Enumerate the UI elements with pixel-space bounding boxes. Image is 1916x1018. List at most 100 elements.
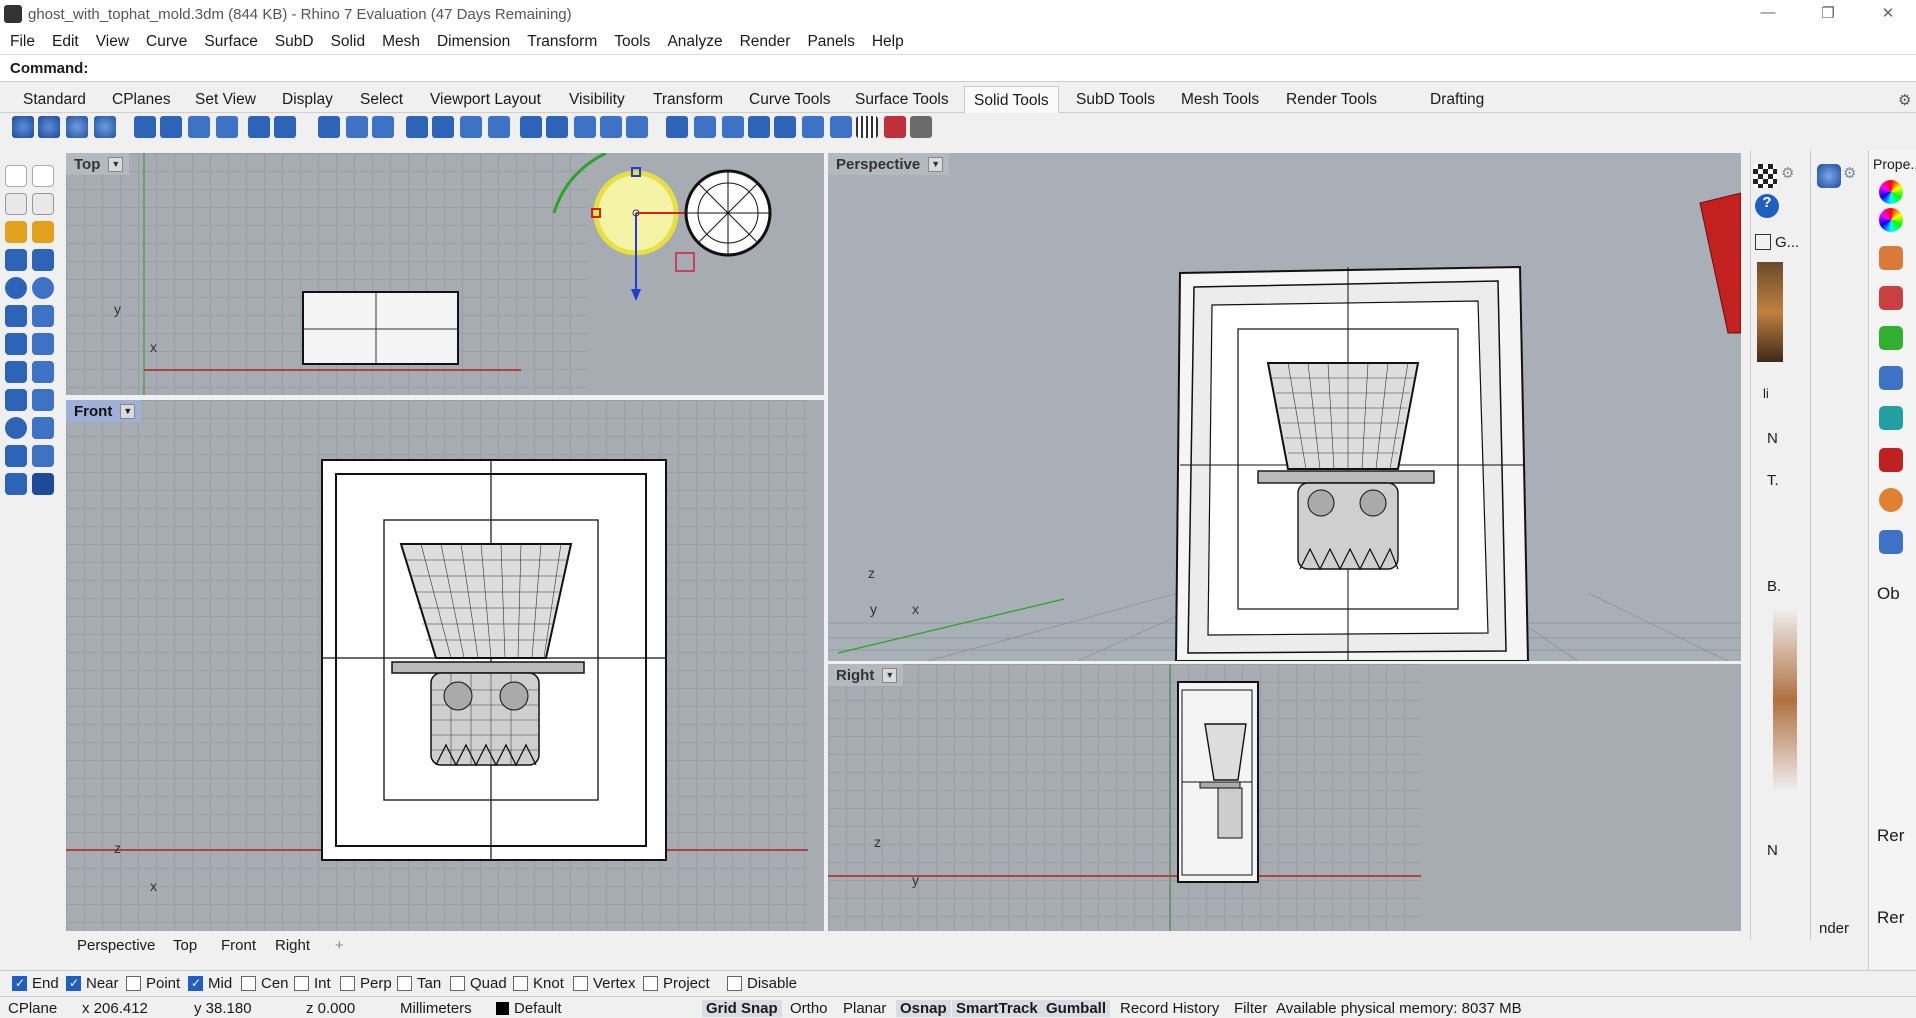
tab-subd-tools[interactable]: SubD Tools (1067, 86, 1164, 113)
note-icon[interactable] (1879, 326, 1903, 350)
restore-icon[interactable]: ❐ (1818, 4, 1838, 24)
move-hole-icon[interactable] (774, 116, 796, 138)
osnap-perp[interactable]: Perp (340, 975, 392, 992)
extrude-face-icon[interactable] (188, 116, 210, 138)
toggle-grid-snap[interactable]: Grid Snap (702, 1000, 782, 1017)
command-bar[interactable]: Command: (0, 54, 1916, 82)
solid-split-icon[interactable] (274, 116, 296, 138)
torus-icon[interactable] (5, 417, 27, 439)
minimize-icon[interactable]: — (1758, 4, 1778, 24)
checker-icon[interactable] (1753, 164, 1777, 188)
osnap-near[interactable]: Near (66, 975, 119, 992)
menu-tools[interactable]: Tools (614, 33, 650, 51)
help-icon[interactable]: ? (1755, 194, 1779, 218)
cube-icon[interactable] (1879, 406, 1903, 430)
osnap-end[interactable]: End (12, 975, 59, 992)
mesh-box-icon[interactable] (830, 116, 852, 138)
status-layer[interactable]: Default (514, 1000, 562, 1017)
vtab-front[interactable]: Front (221, 937, 256, 954)
menu-transform[interactable]: Transform (527, 33, 597, 51)
menu-file[interactable]: File (10, 33, 35, 51)
toggle-ortho[interactable]: Ortho (790, 1000, 828, 1017)
menu-surface[interactable]: Surface (204, 33, 257, 51)
menu-help[interactable]: Help (872, 33, 904, 51)
tab-standard[interactable]: Standard (14, 86, 95, 113)
extrude-icon[interactable] (32, 361, 54, 383)
toggle-planar[interactable]: Planar (843, 1000, 886, 1017)
viewport-perspective[interactable]: Perspective ▼ z y x (828, 153, 1741, 661)
box-red-icon[interactable] (1879, 448, 1903, 472)
polyline-icon[interactable] (5, 193, 27, 215)
invert-icon[interactable] (884, 116, 906, 138)
panel-tab-g[interactable]: G... (1775, 234, 1799, 251)
tab-display[interactable]: Display (273, 86, 342, 113)
menu-panels[interactable]: Panels (807, 33, 854, 51)
menu-mesh[interactable]: Mesh (382, 33, 420, 51)
fillet-edge-icon[interactable] (134, 116, 156, 138)
osnap-project[interactable]: Project (643, 975, 710, 992)
menu-solid[interactable]: Solid (331, 33, 365, 51)
tab-transform[interactable]: Transform (644, 86, 732, 113)
vtab-right[interactable]: Right (275, 937, 310, 954)
menu-curve[interactable]: Curve (146, 33, 187, 51)
select-icon[interactable] (5, 165, 27, 187)
move-edge-icon[interactable] (488, 116, 510, 138)
osnap-int[interactable]: Int (294, 975, 331, 992)
merge-faces-icon[interactable] (574, 116, 596, 138)
tab-solid-tools[interactable]: Solid Tools (964, 86, 1059, 113)
pipe-icon[interactable] (32, 389, 54, 411)
menu-subd[interactable]: SubD (275, 33, 314, 51)
vtab-perspective[interactable]: Perspective (77, 937, 155, 954)
texture-icon[interactable] (1879, 286, 1903, 310)
cone-icon[interactable] (5, 333, 27, 355)
osnap-cen[interactable]: Cen (241, 975, 289, 992)
box-icon[interactable] (5, 249, 27, 271)
gear-icon[interactable]: ⚙ (1898, 91, 1911, 109)
rotate-hole-icon[interactable] (722, 116, 744, 138)
environment-icon[interactable] (1879, 488, 1903, 512)
close-icon[interactable]: ✕ (1878, 4, 1898, 24)
menu-analyze[interactable]: Analyze (667, 33, 722, 51)
paint-icon[interactable] (1879, 246, 1903, 270)
make-hole-icon[interactable] (666, 116, 688, 138)
fold-face-icon[interactable] (546, 116, 568, 138)
move-face-icon[interactable] (216, 116, 238, 138)
truncated-cone-icon[interactable] (5, 361, 27, 383)
chamfer-edge-icon[interactable] (160, 116, 182, 138)
properties-tab[interactable]: Prope... (1873, 156, 1916, 172)
expander-t[interactable]: T. (1767, 472, 1779, 489)
object-icon[interactable] (1879, 366, 1903, 390)
plane-icon[interactable] (32, 249, 54, 271)
create-solid-icon[interactable] (856, 116, 878, 138)
delete-hole-icon[interactable] (802, 116, 824, 138)
revolve-icon[interactable] (32, 305, 54, 327)
hole-icon[interactable] (626, 116, 648, 138)
tab-viewport-layout[interactable]: Viewport Layout (421, 86, 550, 113)
vtab-top[interactable]: Top (173, 937, 197, 954)
cap-holes-icon[interactable] (346, 116, 368, 138)
extract-surface-icon[interactable] (372, 116, 394, 138)
boolean-union-icon[interactable] (12, 116, 34, 138)
rebuild-edges-icon[interactable] (600, 116, 622, 138)
tube-icon[interactable] (5, 389, 27, 411)
split-face-icon[interactable] (520, 116, 542, 138)
osnap-point[interactable]: Point (126, 975, 180, 992)
gear-icon[interactable]: ⚙ (1843, 164, 1867, 188)
tab-select[interactable]: Select (351, 86, 412, 113)
toggle-record-history[interactable]: Record History (1120, 1000, 1219, 1017)
tab-visibility[interactable]: Visibility (560, 86, 634, 113)
checkbox[interactable] (1755, 234, 1771, 250)
cylinder-icon[interactable] (5, 305, 27, 327)
place-hole-icon[interactable] (694, 116, 716, 138)
status-units[interactable]: Millimeters (400, 1000, 472, 1017)
status-cplane[interactable]: CPlane (8, 1000, 57, 1017)
circle-icon[interactable] (32, 221, 54, 243)
layers-icon[interactable] (1879, 530, 1903, 554)
tab-drafting[interactable]: Drafting (1421, 86, 1493, 113)
toggle-gumball[interactable]: Gumball (1042, 1000, 1111, 1017)
boolean-intersection-icon[interactable] (66, 116, 88, 138)
point-icon[interactable] (32, 165, 54, 187)
network-srf-icon[interactable] (32, 445, 54, 467)
tab-curve-tools[interactable]: Curve Tools (740, 86, 840, 113)
tab-surface-tools[interactable]: Surface Tools (846, 86, 958, 113)
